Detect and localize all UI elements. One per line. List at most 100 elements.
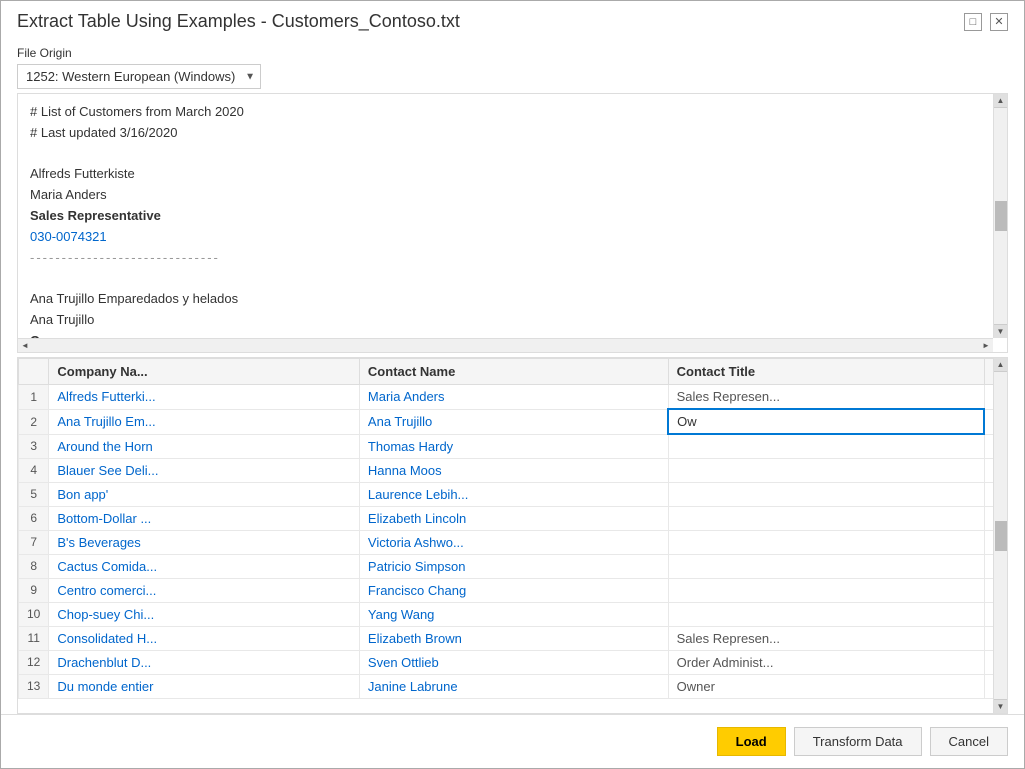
contact-name-cell[interactable]: Yang Wang <box>359 602 668 626</box>
contact-title-cell[interactable] <box>668 602 984 626</box>
file-origin-wrapper: 1252: Western European (Windows) UTF-8 U… <box>17 64 261 89</box>
contact-name-cell[interactable]: Maria Anders <box>359 385 668 410</box>
data-table: Company Na... Contact Name Contact Title… <box>18 358 1007 699</box>
col-header-rownum <box>19 359 49 385</box>
preview-line: # Last updated 3/16/2020 <box>30 123 995 144</box>
company-cell[interactable]: Chop-suey Chi... <box>49 602 360 626</box>
table-row: 7 B's Beverages Victoria Ashwo... <box>19 530 1007 554</box>
preview-line <box>30 268 995 289</box>
table-row: 5 Bon app' Laurence Lebih... <box>19 482 1007 506</box>
preview-line: Ana Trujillo Emparedados y helados <box>30 289 995 310</box>
company-cell[interactable]: Blauer See Deli... <box>49 458 360 482</box>
table-row: 12 Drachenblut D... Sven Ottlieb Order A… <box>19 650 1007 674</box>
preview-hscrollbar[interactable]: ◄ ► <box>18 338 993 352</box>
preview-line: Alfreds Futterkiste <box>30 164 995 185</box>
row-num: 11 <box>19 626 49 650</box>
preview-line: # List of Customers from March 2020 <box>30 102 995 123</box>
contact-name-cell[interactable]: Janine Labrune <box>359 674 668 698</box>
preview-scroll[interactable]: # List of Customers from March 2020 # La… <box>18 94 1007 352</box>
table-scroll-up-btn[interactable]: ▲ <box>994 358 1008 372</box>
contact-title-cell-editing[interactable] <box>668 409 984 434</box>
company-cell[interactable]: B's Beverages <box>49 530 360 554</box>
company-cell[interactable]: Du monde entier <box>49 674 360 698</box>
contact-title-cell[interactable] <box>668 506 984 530</box>
table-row: 9 Centro comerci... Francisco Chang <box>19 578 1007 602</box>
row-num: 12 <box>19 650 49 674</box>
contact-title-cell[interactable] <box>668 434 984 458</box>
company-cell[interactable]: Centro comerci... <box>49 578 360 602</box>
contact-title-cell[interactable]: Sales Represen... <box>668 385 984 410</box>
contact-title-cell[interactable] <box>668 482 984 506</box>
title-bar: Extract Table Using Examples - Customers… <box>1 1 1024 38</box>
company-cell[interactable]: Bon app' <box>49 482 360 506</box>
contact-name-cell[interactable]: Victoria Ashwo... <box>359 530 668 554</box>
load-button[interactable]: Load <box>717 727 786 756</box>
scroll-right-btn[interactable]: ► <box>979 339 993 353</box>
table-container[interactable]: Company Na... Contact Name Contact Title… <box>18 358 1007 713</box>
company-cell[interactable]: Alfreds Futterki... <box>49 385 360 410</box>
footer: Load Transform Data Cancel <box>1 714 1024 768</box>
transform-data-button[interactable]: Transform Data <box>794 727 922 756</box>
contact-title-cell[interactable]: Owner <box>668 674 984 698</box>
company-cell[interactable]: Bottom-Dollar ... <box>49 506 360 530</box>
table-row: 6 Bottom-Dollar ... Elizabeth Lincoln <box>19 506 1007 530</box>
company-cell[interactable]: Drachenblut D... <box>49 650 360 674</box>
preview-line: Sales Representative <box>30 206 995 227</box>
scroll-up-btn[interactable]: ▲ <box>994 94 1008 108</box>
company-cell[interactable]: Cactus Comida... <box>49 554 360 578</box>
table-row: 1 Alfreds Futterki... Maria Anders Sales… <box>19 385 1007 410</box>
scroll-down-btn[interactable]: ▼ <box>994 324 1008 338</box>
table-vscrollbar[interactable]: ▲ ▼ <box>993 358 1007 713</box>
preview-line: ------------------------------ <box>30 248 995 269</box>
row-num: 4 <box>19 458 49 482</box>
table-scroll-down-btn[interactable]: ▼ <box>994 699 1008 713</box>
row-num: 5 <box>19 482 49 506</box>
company-cell[interactable]: Consolidated H... <box>49 626 360 650</box>
scroll-left-btn[interactable]: ◄ <box>18 339 32 353</box>
contact-title-cell[interactable]: Sales Represen... <box>668 626 984 650</box>
row-num: 10 <box>19 602 49 626</box>
table-row: 11 Consolidated H... Elizabeth Brown Sal… <box>19 626 1007 650</box>
preview-vscrollbar[interactable]: ▲ ▼ <box>993 94 1007 338</box>
preview-line: Maria Anders <box>30 185 995 206</box>
contact-name-cell[interactable]: Elizabeth Lincoln <box>359 506 668 530</box>
contact-name-cell[interactable]: Francisco Chang <box>359 578 668 602</box>
company-cell[interactable]: Around the Horn <box>49 434 360 458</box>
contact-title-cell[interactable]: Order Administ... <box>668 650 984 674</box>
row-num: 1 <box>19 385 49 410</box>
contact-name-cell[interactable]: Patricio Simpson <box>359 554 668 578</box>
row-num: 13 <box>19 674 49 698</box>
cancel-button[interactable]: Cancel <box>930 727 1008 756</box>
dialog: Extract Table Using Examples - Customers… <box>0 0 1025 769</box>
contact-title-cell[interactable] <box>668 458 984 482</box>
row-num: 8 <box>19 554 49 578</box>
contact-title-input[interactable] <box>677 414 737 429</box>
contact-name-cell[interactable]: Laurence Lebih... <box>359 482 668 506</box>
col-header-contact-name[interactable]: Contact Name <box>359 359 668 385</box>
contact-name-cell[interactable]: Hanna Moos <box>359 458 668 482</box>
close-button[interactable]: ✕ <box>990 13 1008 31</box>
preview-line <box>30 144 995 165</box>
col-header-contact-title[interactable]: Contact Title <box>668 359 984 385</box>
contact-title-cell[interactable] <box>668 578 984 602</box>
table-row: 13 Du monde entier Janine Labrune Owner <box>19 674 1007 698</box>
preview-line: 030-0074321 <box>30 227 995 248</box>
table-row: 2 Ana Trujillo Em... Ana Trujillo <box>19 409 1007 434</box>
contact-title-cell[interactable] <box>668 530 984 554</box>
table-row: 8 Cactus Comida... Patricio Simpson <box>19 554 1007 578</box>
company-cell[interactable]: Ana Trujillo Em... <box>49 409 360 434</box>
title-controls: □ ✕ <box>964 13 1008 31</box>
contact-name-cell[interactable]: Thomas Hardy <box>359 434 668 458</box>
contact-name-cell[interactable]: Sven Ottlieb <box>359 650 668 674</box>
file-origin-select[interactable]: 1252: Western European (Windows) UTF-8 U… <box>17 64 261 89</box>
col-header-company[interactable]: Company Na... <box>49 359 360 385</box>
file-origin-section: File Origin 1252: Western European (Wind… <box>1 38 1024 93</box>
contact-title-cell[interactable] <box>668 554 984 578</box>
contact-name-cell[interactable]: Elizabeth Brown <box>359 626 668 650</box>
row-num: 6 <box>19 506 49 530</box>
dialog-title: Extract Table Using Examples - Customers… <box>17 11 460 32</box>
preview-line: Ana Trujillo <box>30 310 995 331</box>
contact-name-cell[interactable]: Ana Trujillo <box>359 409 668 434</box>
row-num: 3 <box>19 434 49 458</box>
minimize-button[interactable]: □ <box>964 13 982 31</box>
